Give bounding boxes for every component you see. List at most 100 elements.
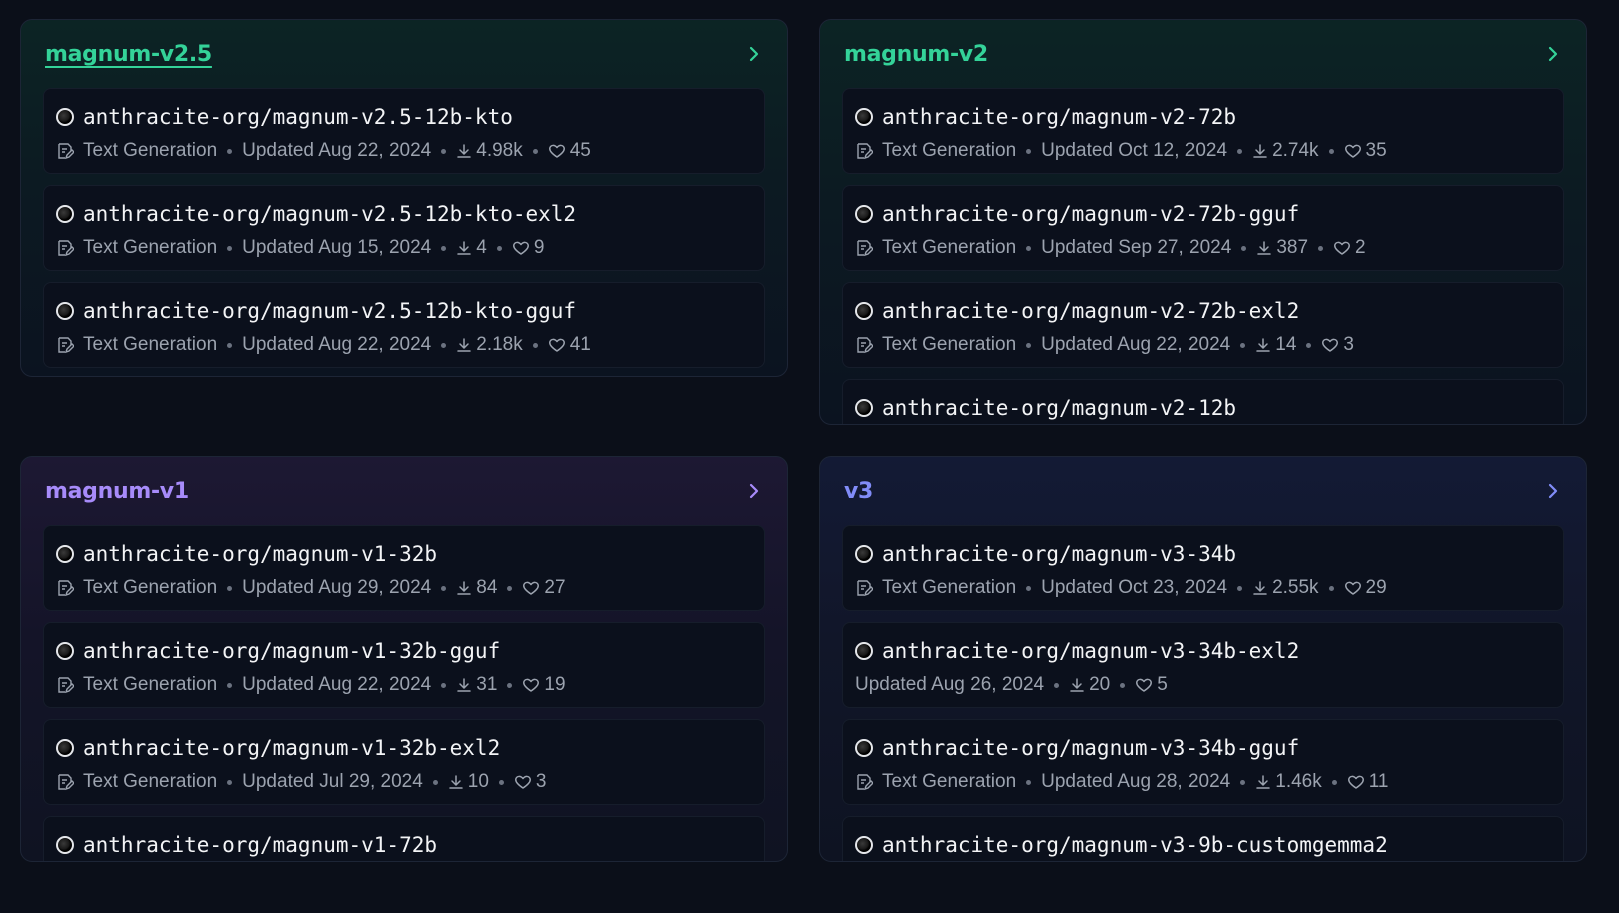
text-generation-icon: [855, 579, 873, 597]
heart-icon: [1135, 677, 1153, 693]
separator-dot: [441, 148, 447, 154]
model-item[interactable]: anthracite-org/magnum-v2-72b Text Genera…: [842, 88, 1564, 174]
model-item[interactable]: anthracite-org/magnum-v2.5-12b-kto-gguf …: [43, 282, 765, 368]
task-label: Text Generation: [882, 237, 1017, 258]
heart-icon: [548, 337, 566, 353]
model-name[interactable]: anthracite-org/magnum-v1-32b-exl2: [83, 736, 500, 760]
text-generation-icon: [56, 579, 74, 597]
model-name[interactable]: anthracite-org/magnum-v1-72b: [83, 833, 437, 857]
task-label: Text Generation: [83, 771, 218, 792]
collection-header: magnum-v1: [21, 457, 787, 525]
model-name[interactable]: anthracite-org/magnum-v3-34b-gguf: [882, 736, 1299, 760]
text-generation-icon: [855, 142, 873, 160]
text-generation-icon: [855, 336, 873, 354]
chevron-right-icon[interactable]: [1542, 480, 1564, 502]
chevron-right-icon[interactable]: [1542, 43, 1564, 65]
model-item[interactable]: anthracite-org/magnum-v2.5-12b-kto-exl2 …: [43, 185, 765, 271]
separator-dot: [1328, 148, 1334, 154]
separator-dot: [441, 585, 447, 591]
task-label: Text Generation: [882, 140, 1017, 161]
model-name[interactable]: anthracite-org/magnum-v3-9b-customgemma2: [882, 833, 1388, 857]
heart-icon: [512, 240, 530, 256]
download-count: 4.98k: [476, 140, 523, 161]
org-avatar: [855, 399, 873, 417]
like-count: 2: [1355, 237, 1366, 258]
model-name[interactable]: anthracite-org/magnum-v2.5-12b-kto-gguf: [83, 299, 576, 323]
updated-date: Updated Oct 12, 2024: [1041, 140, 1228, 161]
separator-dot: [227, 148, 233, 154]
chevron-right-icon[interactable]: [743, 43, 765, 65]
download-count: 2.74k: [1272, 140, 1319, 161]
updated-date: Updated Jul 29, 2024: [242, 771, 423, 792]
model-item[interactable]: anthracite-org/magnum-v3-34b Text Genera…: [842, 525, 1564, 611]
model-name[interactable]: anthracite-org/magnum-v1-32b: [83, 542, 437, 566]
separator-dot: [1237, 148, 1243, 154]
updated-date: Updated Aug 22, 2024: [242, 674, 432, 695]
like-count: 11: [1368, 771, 1389, 792]
like-count: 27: [544, 577, 566, 598]
model-item[interactable]: anthracite-org/magnum-v3-34b-exl2 Update…: [842, 622, 1564, 708]
like-count: 3: [1343, 334, 1354, 355]
model-item[interactable]: anthracite-org/magnum-v1-72b: [43, 816, 765, 861]
model-item[interactable]: anthracite-org/magnum-v1-32b Text Genera…: [43, 525, 765, 611]
task-label: Text Generation: [83, 334, 218, 355]
download-icon: [1255, 337, 1271, 353]
updated-date: Updated Aug 28, 2024: [1041, 771, 1231, 792]
task-label: Text Generation: [83, 140, 218, 161]
model-name[interactable]: anthracite-org/magnum-v2-72b: [882, 105, 1236, 129]
like-count: 45: [569, 140, 591, 161]
collection-title[interactable]: v3: [844, 479, 873, 504]
separator-dot: [441, 245, 447, 251]
heart-icon: [522, 580, 540, 596]
download-icon: [456, 580, 472, 596]
model-name[interactable]: anthracite-org/magnum-v2.5-12b-kto-exl2: [83, 202, 576, 226]
chevron-right-icon[interactable]: [743, 480, 765, 502]
org-avatar: [56, 302, 74, 320]
model-name[interactable]: anthracite-org/magnum-v3-34b-exl2: [882, 639, 1299, 663]
separator-dot: [1306, 342, 1312, 348]
org-avatar: [56, 205, 74, 223]
updated-date: Updated Aug 22, 2024: [242, 140, 432, 161]
updated-date: Updated Oct 23, 2024: [1041, 577, 1228, 598]
model-name[interactable]: anthracite-org/magnum-v2-12b: [882, 396, 1236, 420]
collection-card-magnum-v2-5: magnum-v2.5 anthracite-org/magnum-v2.5-1…: [20, 19, 788, 377]
org-avatar: [855, 739, 873, 757]
separator-dot: [532, 148, 538, 154]
model-item[interactable]: anthracite-org/magnum-v2-12b: [842, 379, 1564, 424]
model-item[interactable]: anthracite-org/magnum-v2.5-12b-kto Text …: [43, 88, 765, 174]
download-icon: [1069, 677, 1085, 693]
org-avatar: [56, 739, 74, 757]
collection-title[interactable]: magnum-v1: [45, 479, 189, 504]
text-generation-icon: [855, 773, 873, 791]
download-icon: [456, 337, 472, 353]
model-name[interactable]: anthracite-org/magnum-v2-72b-gguf: [882, 202, 1299, 226]
org-avatar: [56, 108, 74, 126]
heart-icon: [1344, 580, 1362, 596]
download-icon: [456, 677, 472, 693]
like-count: 19: [544, 674, 566, 695]
model-item[interactable]: anthracite-org/magnum-v3-9b-customgemma2: [842, 816, 1564, 861]
separator-dot: [1241, 245, 1247, 251]
task-label: Text Generation: [83, 237, 218, 258]
collection-title[interactable]: magnum-v2: [844, 42, 988, 67]
collection-title[interactable]: magnum-v2.5: [45, 42, 212, 67]
separator-dot: [441, 682, 447, 688]
separator-dot: [532, 342, 538, 348]
heart-icon: [548, 143, 566, 159]
model-item[interactable]: anthracite-org/magnum-v2-72b-gguf Text G…: [842, 185, 1564, 271]
separator-dot: [498, 779, 504, 785]
model-name[interactable]: anthracite-org/magnum-v1-32b-gguf: [83, 639, 500, 663]
model-item[interactable]: anthracite-org/magnum-v1-32b-exl2 Text G…: [43, 719, 765, 805]
download-icon: [1252, 143, 1268, 159]
model-name[interactable]: anthracite-org/magnum-v3-34b: [882, 542, 1236, 566]
separator-dot: [432, 779, 438, 785]
model-item[interactable]: anthracite-org/magnum-v3-34b-gguf Text G…: [842, 719, 1564, 805]
model-name[interactable]: anthracite-org/magnum-v2-72b-exl2: [882, 299, 1299, 323]
model-name[interactable]: anthracite-org/magnum-v2.5-12b-kto: [83, 105, 513, 129]
text-generation-icon: [56, 676, 74, 694]
collection-card-v3: v3 anthracite-org/magnum-v3-34b Text Gen…: [819, 456, 1587, 862]
model-item[interactable]: anthracite-org/magnum-v2-72b-exl2 Text G…: [842, 282, 1564, 368]
collection-header: magnum-v2: [820, 20, 1586, 88]
updated-date: Updated Aug 22, 2024: [1041, 334, 1231, 355]
model-item[interactable]: anthracite-org/magnum-v1-32b-gguf Text G…: [43, 622, 765, 708]
